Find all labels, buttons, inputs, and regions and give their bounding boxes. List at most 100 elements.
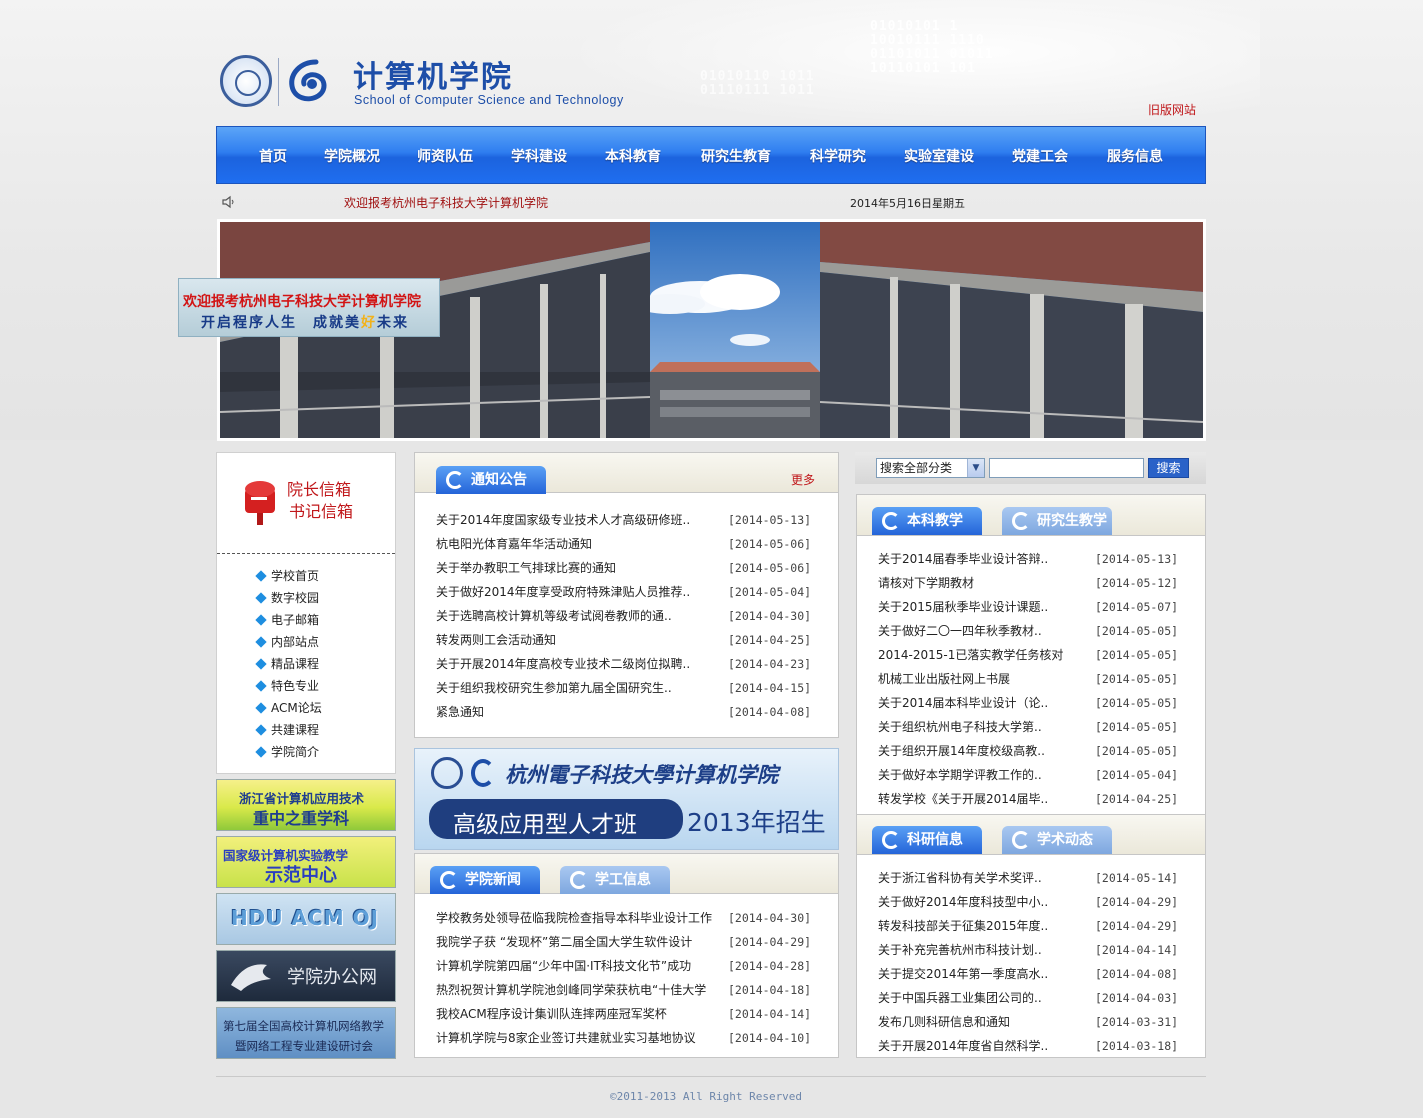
badge-slogan: 开启程序人生 成就美好未来 [201,315,409,331]
teaching-item[interactable]: 关于组织开展14年度校级高教.. [2014-05-05] [878,739,1198,763]
tab-undergrad-teaching[interactable]: 本科教学 [872,507,982,535]
quick-link-featured-majors[interactable]: 特色专业 [255,675,322,697]
news-item[interactable]: 我校ACM程序设计集训队连摔两座冠军奖杯 [2014-04-14] [436,1002,816,1026]
teaching-item[interactable]: 关于组织杭州电子科技大学第.. [2014-05-05] [878,715,1198,739]
notice-item[interactable]: 紧急通知 [2014-04-08] [436,700,816,724]
notice-item[interactable]: 关于做好2014年度享受政府特殊津贴人员推荐.. [2014-05-04] [436,580,816,604]
teaching-item[interactable]: 关于做好本学期学评教工作的.. [2014-05-04] [878,763,1198,787]
research-item[interactable]: 关于浙江省科协有关学术奖评.. [2014-05-14] [878,866,1198,890]
nav-item-home[interactable]: 首页 [241,146,305,166]
research-item[interactable]: 关于提交2014年第一季度高水.. [2014-04-08] [878,962,1198,986]
nav-item-research[interactable]: 科学研究 [791,146,885,166]
bullet-icon [255,614,267,626]
quick-link-digital-campus[interactable]: 数字校园 [255,587,322,609]
bullet-icon [255,680,267,692]
old-site-link[interactable]: 旧版网站 [1148,101,1196,118]
research-list: 关于浙江省科协有关学术奖评.. [2014-05-14] 关于做好2014年度科技… [878,866,1198,1058]
admissions-badge[interactable]: 欢迎报考杭州电子科技大学计算机学院 开启程序人生 成就美好未来 [178,278,440,337]
notice-item[interactable]: 关于选聘高校计算机等级考试阅卷教师的通.. [2014-04-30] [436,604,816,628]
tab-college-news[interactable]: 学院新闻 [430,866,540,894]
promo-year: 2013年招生 [687,808,826,837]
news-item[interactable]: 我院学子获 “发现杯”第二届全国大学生软件设计 [2014-04-29] [436,930,816,954]
research-item[interactable]: 关于开展2014年度省自然科学.. [2014-03-18] [878,1034,1198,1058]
site-subtitle: School of Computer Science and Technolog… [354,93,624,107]
notice-item[interactable]: 关于2014年度国家级专业技术人才高级研修班.. [2014-05-13] [436,508,816,532]
university-seal-logo[interactable] [220,55,272,107]
bullet-icon [255,592,267,604]
research-item[interactable]: 关于补充完善杭州市科技计划.. [2014-04-14] [878,938,1198,962]
advanced-class-promo[interactable]: 杭州電子科技大學计算机学院 高级应用型人才班 2013年招生 [414,748,839,850]
teaching-item[interactable]: 2014-2015-1已落实教学任务核对 [2014-05-05] [878,643,1198,667]
swirl-icon [440,871,458,889]
research-item[interactable]: 转发科技部关于征集2015年度.. [2014-04-29] [878,914,1198,938]
tab-graduate-teaching[interactable]: 研究生教学 [1002,507,1112,535]
quick-links-list: 学校首页 数字校园 电子邮箱 内部站点 精品课程 特色专业 ACM论坛 共建课程… [255,565,322,763]
tab-student-affairs[interactable]: 学工信息 [560,866,670,894]
ad-college-office-net[interactable]: 学院办公网 [216,950,396,1002]
nav-item-undergraduate[interactable]: 本科教育 [585,146,681,166]
teaching-item[interactable]: 关于2015届秋季毕业设计课题.. [2014-05-07] [878,595,1198,619]
ad-network-teaching-seminar[interactable]: 第七届全国高校计算机网络教学 暨网络工程专业建设研讨会 [216,1007,396,1059]
notices-more-link[interactable]: 更多 [791,471,815,488]
notices-panel: 通知公告 更多 关于2014年度国家级专业技术人才高级研修班.. [2014-05… [414,452,839,738]
search-category-select[interactable]: 搜索全部分类 ▼ [876,458,985,478]
welcome-ticker[interactable]: 欢迎报考杭州电子科技大学计算机学院 [344,194,548,211]
nav-item-disciplines[interactable]: 学科建设 [493,146,585,166]
news-item[interactable]: 计算机学院与8家企业签订共建就业实习基地协议 [2014-04-10] [436,1026,816,1050]
search-button[interactable]: 搜索 [1148,458,1189,478]
teaching-item[interactable]: 转发学校《关于开展2014届毕.. [2014-04-25] [878,787,1198,811]
college-swirl-logo[interactable] [286,56,330,104]
news-item[interactable]: 计算机学院第四届“少年中国·IT科技文化节”成功 [2014-04-28] [436,954,816,978]
quick-link-intranet[interactable]: 内部站点 [255,631,322,653]
binary-decoration-2: 01010110 1011 01110111 1011 [700,69,815,98]
ad-key-discipline[interactable]: 浙江省计算机应用技术 重中之重学科 [216,779,396,831]
notice-item[interactable]: 关于举办教职工气排球比赛的通知 [2014-05-06] [436,556,816,580]
research-item[interactable]: 关于做好2014年度科技型中小.. [2014-04-29] [878,890,1198,914]
teaching-item[interactable]: 机械工业出版社网上书展 [2014-05-05] [878,667,1198,691]
badge-headline: 欢迎报考杭州电子科技大学计算机学院 [183,294,421,310]
nav-item-party-union[interactable]: 党建工会 [993,146,1087,166]
quick-link-joint-courses[interactable]: 共建课程 [255,719,322,741]
teaching-item[interactable]: 关于2014届春季毕业设计答辩.. [2014-05-13] [878,547,1198,571]
tab-notices[interactable]: 通知公告 [436,466,546,494]
search-input[interactable] [989,458,1144,478]
notice-item[interactable]: 转发两则工会活动通知 [2014-04-25] [436,628,816,652]
bullet-icon [255,636,267,648]
quick-link-school-home[interactable]: 学校首页 [255,565,322,587]
nav-item-about[interactable]: 学院概况 [307,146,397,166]
site-title: 计算机学院 [353,60,513,95]
news-item[interactable]: 学校教务处领导莅临我院检查指导本科毕业设计工作 [2014-04-30] [436,906,816,930]
footer-copyright: ©2011-2013 All Right Reserved [610,1090,803,1103]
ad-national-lab-line2: 示范中心 [265,865,337,886]
nav-item-services[interactable]: 服务信息 [1087,146,1183,166]
teaching-item[interactable]: 关于做好二〇一四年秋季教材.. [2014-05-05] [878,619,1198,643]
current-date: 2014年5月16日星期五 [850,197,965,210]
promo-school-name: 杭州電子科技大學计算机学院 [505,762,778,787]
quick-link-quality-courses[interactable]: 精品课程 [255,653,322,675]
quick-link-college-intro[interactable]: 学院简介 [255,741,322,763]
ad-national-lab-center[interactable]: 国家级计算机实验教学 示范中心 [216,836,396,888]
ad-seminar-line2: 暨网络工程专业建设研讨会 [235,1039,373,1053]
teaching-item[interactable]: 请核对下学期教材 [2014-05-12] [878,571,1198,595]
notice-item[interactable]: 关于开展2014年度高校专业技术二级岗位拟聘.. [2014-04-23] [436,652,816,676]
nav-item-labs[interactable]: 实验室建设 [885,146,993,166]
swirl-icon [1012,831,1030,849]
quick-link-email[interactable]: 电子邮箱 [255,609,322,631]
bullet-icon [255,702,267,714]
teaching-item[interactable]: 关于2014届本科毕业设计（论.. [2014-05-05] [878,691,1198,715]
nav-item-faculty[interactable]: 师资队伍 [397,146,493,166]
notice-item[interactable]: 杭电阳光体育嘉年华活动通知 [2014-05-06] [436,532,816,556]
nav-item-graduate[interactable]: 研究生教育 [681,146,791,166]
secretary-mailbox-link[interactable]: 书记信箱 [287,501,353,523]
teaching-list: 关于2014届春季毕业设计答辩.. [2014-05-13] 请核对下学期教材 [2… [878,547,1198,811]
tab-research-info[interactable]: 科研信息 [872,826,982,854]
research-item[interactable]: 关于中国兵器工业集团公司的.. [2014-04-03] [878,986,1198,1010]
ad-hdu-acm-oj[interactable]: HDU ACM OJ [216,893,396,945]
notices-list: 关于2014年度国家级专业技术人才高级研修班.. [2014-05-13] 杭电阳… [436,508,816,724]
notice-item[interactable]: 关于组织我校研究生参加第九届全国研究生.. [2014-04-15] [436,676,816,700]
dean-mailbox-link[interactable]: 院长信箱 [287,479,353,501]
news-item[interactable]: 热烈祝贺计算机学院池剑峰同学荣获杭电“十佳大学 [2014-04-18] [436,978,816,1002]
quick-link-acm-forum[interactable]: ACM论坛 [255,697,322,719]
tab-academic-news[interactable]: 学术动态 [1002,826,1112,854]
research-item[interactable]: 发布几则科研信息和通知 [2014-03-31] [878,1010,1198,1034]
